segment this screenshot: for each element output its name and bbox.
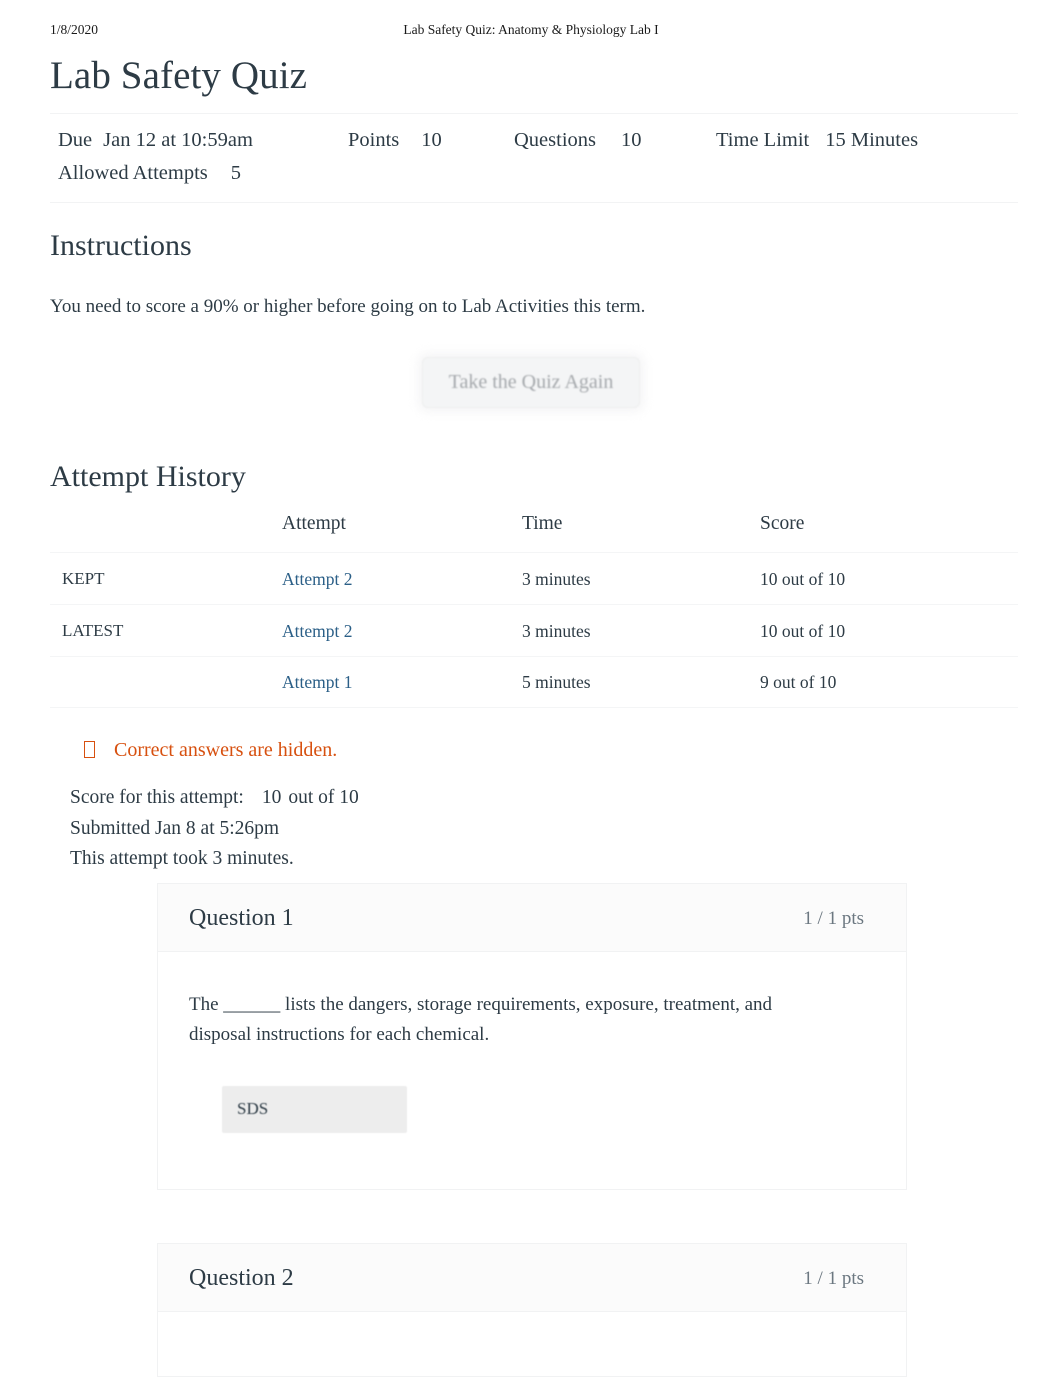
attempt-history-thead: Attempt Time Score bbox=[50, 512, 1018, 553]
print-header: 1/8/2020 Lab Safety Quiz: Anatomy & Phys… bbox=[0, 22, 1062, 42]
question-header: Question 2 1 / 1 pts bbox=[158, 1244, 906, 1312]
question-points: 1 / 1 pts bbox=[803, 1268, 864, 1289]
attempt-row-attempt: Attempt 2 bbox=[282, 604, 522, 657]
quiz-detail-allowed-attempts-label: Allowed Attempts bbox=[58, 162, 208, 184]
quiz-details: Due Jan 12 at 10:59am Points 10 Questions 1… bbox=[50, 113, 1018, 203]
quiz-detail-due-label: Due bbox=[58, 129, 93, 151]
retake-button-wrapper: Take the Quiz Again bbox=[0, 357, 1062, 408]
column-header-attempt: Attempt bbox=[282, 513, 346, 534]
attempt-link[interactable]: Attempt 1 bbox=[282, 672, 352, 692]
question-name: Question 2 bbox=[189, 1265, 294, 1291]
attempt-score-line: Score for this attempt: 10 out of 10 bbox=[70, 783, 359, 814]
question-body: The ______ lists the dangers, storage re… bbox=[158, 952, 906, 1153]
attempt-submitted-line: Submitted Jan 8 at 5:26pm bbox=[70, 817, 280, 839]
question-points: 1 / 1 pts bbox=[803, 908, 864, 929]
quiz-detail-time-limit-label: Time Limit bbox=[716, 129, 810, 151]
attempt-link[interactable]: Attempt 2 bbox=[282, 569, 352, 589]
question-card: Question 2 1 / 1 pts bbox=[157, 1243, 907, 1377]
column-header-tag bbox=[50, 512, 282, 553]
attempt-tag-label: KEPT bbox=[62, 569, 105, 588]
attempt-score-label: Score for this attempt: bbox=[70, 787, 244, 808]
table-header-row: Attempt Time Score bbox=[50, 512, 1018, 553]
column-header-score: Score bbox=[760, 513, 805, 534]
attempt-history-tbody: KEPT Attempt 2 3 minutes 10 out of 10 LA… bbox=[50, 552, 1018, 708]
question-name: Question 1 bbox=[189, 905, 294, 931]
question-body bbox=[158, 1312, 906, 1370]
attempt-link[interactable]: Attempt 2 bbox=[282, 621, 352, 641]
attempt-summary: Score for this attempt: 10 out of 10 Submi… bbox=[70, 783, 359, 875]
attempt-row-attempt: Attempt 2 bbox=[282, 552, 522, 605]
attempt-row-tag: LATEST bbox=[50, 604, 282, 657]
status-badge: Correct answers are hidden. bbox=[84, 736, 337, 764]
quiz-detail-time-limit-value: 15 Minutes bbox=[825, 129, 919, 151]
quiz-detail-points-label: Points bbox=[348, 129, 400, 151]
attempt-row-tag: KEPT bbox=[50, 552, 282, 605]
quiz-detail-questions-label: Questions bbox=[514, 129, 596, 151]
quiz-detail-due-value: Jan 12 at 10:59am bbox=[103, 129, 253, 151]
instructions-heading: Instructions bbox=[50, 229, 192, 262]
attempt-tag-label: LATEST bbox=[62, 621, 124, 640]
selected-answer: SDS bbox=[222, 1086, 407, 1133]
hidden-answers-text: Correct answers are hidden. bbox=[114, 739, 338, 761]
column-header-time: Time bbox=[522, 513, 563, 534]
attempt-duration-line: This attempt took 3 minutes. bbox=[70, 848, 294, 869]
attempt-row-score: 10 out of 10 bbox=[760, 552, 1018, 605]
quiz-results-page: 1/8/2020 Lab Safety Quiz: Anatomy & Phys… bbox=[0, 0, 1062, 1377]
attempt-score-value: 10 bbox=[261, 787, 282, 808]
attempt-history-table: Attempt Time Score KEPT Attempt 2 3 minu… bbox=[50, 512, 1018, 708]
attempt-row-time: 3 minutes bbox=[522, 552, 760, 605]
attempt-score-outof: out of 10 bbox=[288, 787, 359, 808]
table-row: LATEST Attempt 2 3 minutes 10 out of 10 bbox=[50, 604, 1018, 657]
quiz-detail-questions-value: 10 bbox=[621, 129, 642, 151]
question-header: Question 1 1 / 1 pts bbox=[158, 884, 906, 952]
missing-glyph-box-icon bbox=[84, 741, 95, 758]
attempt-row-time: 5 minutes bbox=[522, 656, 760, 708]
quiz-details-row-2: Allowed Attempts 5 bbox=[50, 157, 1018, 190]
quiz-detail-allowed-attempts: Allowed Attempts 5 bbox=[50, 157, 241, 190]
take-quiz-again-button[interactable]: Take the Quiz Again bbox=[421, 357, 641, 408]
document-title: Lab Safety Quiz: Anatomy & Physiology La… bbox=[403, 22, 659, 37]
instructions-body: You need to score a 90% or higher before… bbox=[50, 296, 646, 317]
quiz-detail-allowed-attempts-value: 5 bbox=[230, 162, 242, 184]
quiz-detail-points: Points 10 bbox=[348, 124, 514, 157]
attempt-row-score: 10 out of 10 bbox=[760, 604, 1018, 657]
attempt-history-heading: Attempt History bbox=[50, 460, 246, 493]
quiz-detail-time-limit: Time Limit 15 Minutes bbox=[716, 124, 918, 157]
question-text: The ______ lists the dangers, storage re… bbox=[189, 994, 773, 1045]
attempt-row-time: 3 minutes bbox=[522, 604, 760, 657]
attempt-row-tag bbox=[50, 656, 282, 708]
table-row: KEPT Attempt 2 3 minutes 10 out of 10 bbox=[50, 552, 1018, 605]
quiz-details-row-1: Due Jan 12 at 10:59am Points 10 Questions 1… bbox=[50, 124, 1018, 157]
table-row: Attempt 1 5 minutes 9 out of 10 bbox=[50, 656, 1018, 708]
attempt-row-attempt: Attempt 1 bbox=[282, 656, 522, 708]
quiz-detail-points-value: 10 bbox=[421, 129, 442, 151]
quiz-detail-questions: Questions 10 bbox=[514, 124, 716, 157]
attempt-row-score: 9 out of 10 bbox=[760, 656, 1018, 708]
quiz-detail-due: Due Jan 12 at 10:59am bbox=[50, 124, 348, 157]
page-title: Lab Safety Quiz bbox=[50, 54, 308, 97]
question-card: Question 1 1 / 1 pts The ______ lists th… bbox=[157, 883, 907, 1190]
